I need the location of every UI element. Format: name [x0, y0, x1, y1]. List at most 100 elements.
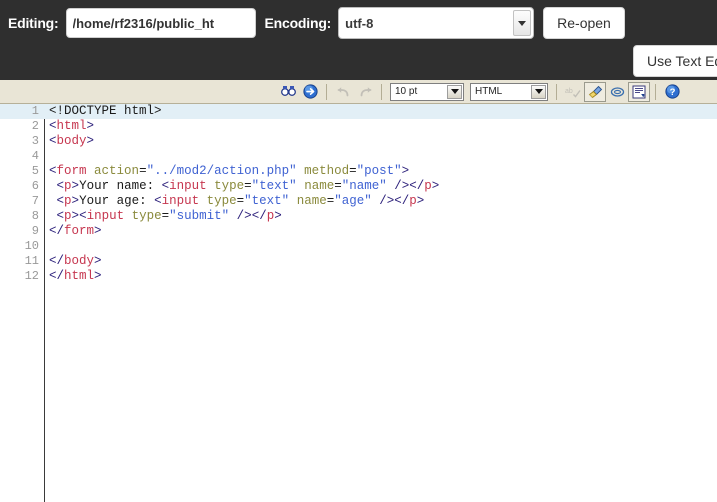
line-number: 12 — [24, 269, 39, 283]
code-editor-area[interactable]: 1 <!DOCTYPE html> 2 <html> 3 <body> 4 5 <form a… — [0, 104, 717, 502]
file-path-input[interactable]: /home/rf2316/public_ht — [65, 8, 256, 38]
encoding-group: Encoding: utf-8 — [265, 7, 535, 39]
code-lines[interactable]: 1 <!DOCTYPE html> 2 <html> 3 <body> 4 5 <form a… — [0, 104, 717, 284]
spellcheck-icon[interactable]: ab — [562, 82, 584, 102]
eraser-icon[interactable] — [606, 82, 628, 102]
svg-text:ab: ab — [565, 88, 573, 95]
toolbar-divider — [556, 83, 557, 100]
line-number: 5 — [31, 164, 39, 178]
code-line-text[interactable]: <form action="../mod2/action.php" method… — [44, 164, 409, 179]
undo-icon[interactable] — [332, 82, 354, 102]
code-line-text[interactable]: <p>Your age: <input type="text" name="ag… — [44, 194, 425, 209]
toolbar-divider — [326, 83, 327, 100]
svg-text:?: ? — [669, 87, 675, 98]
word-wrap-icon[interactable] — [628, 81, 650, 102]
code-line[interactable]: 11 </body> — [0, 254, 717, 269]
font-size-select[interactable]: 10 pt — [390, 82, 464, 101]
code-line[interactable]: 5 <form action="../mod2/action.php" metho… — [0, 164, 717, 179]
code-line-text[interactable]: <body> — [44, 134, 94, 149]
line-number: 4 — [31, 149, 39, 163]
code-line[interactable]: 1 <!DOCTYPE html> — [0, 104, 717, 119]
encoding-label: Encoding: — [264, 15, 332, 31]
chevron-down-icon — [531, 84, 546, 99]
code-token: form — [64, 224, 95, 238]
code-line-text[interactable] — [44, 149, 57, 164]
help-icon[interactable]: ? — [661, 82, 683, 102]
encoding-select[interactable]: utf-8 — [338, 7, 535, 39]
reopen-button[interactable]: Re-open — [543, 7, 625, 39]
code-line[interactable]: 8 <p><input type="submit" /></p> — [0, 209, 717, 224]
code-line-text[interactable]: <!DOCTYPE html> — [44, 104, 162, 119]
code-token: </ — [409, 179, 425, 193]
code-token: type — [206, 194, 237, 208]
code-token: "name" — [341, 179, 387, 193]
code-line[interactable]: 9 </form> — [0, 224, 717, 239]
find-icon[interactable] — [277, 82, 299, 102]
code-line-text[interactable]: <p><input type="submit" /></p> — [44, 209, 282, 224]
code-line-text[interactable]: </form> — [44, 224, 102, 239]
code-token: input — [161, 194, 200, 208]
code-token: input — [169, 179, 207, 193]
code-token: name — [304, 179, 335, 193]
line-number: 3 — [31, 134, 39, 148]
use-text-editor-button[interactable]: Use Text Ed — [633, 45, 717, 77]
code-token: < — [56, 179, 65, 193]
code-line[interactable]: 12 </html> — [0, 269, 717, 284]
code-token: = — [244, 179, 252, 193]
code-token: = — [334, 179, 342, 193]
code-line-text[interactable]: <html> — [44, 119, 94, 134]
code-token: html — [64, 269, 95, 283]
toolbar-divider — [381, 83, 382, 100]
code-token: > — [274, 209, 282, 223]
syntax-mode-select[interactable]: HTML — [470, 82, 548, 101]
toolbar-tools-group: ab — [562, 81, 650, 102]
code-token: < — [79, 209, 87, 223]
clean-icon[interactable] — [584, 81, 606, 102]
code-line-text[interactable] — [44, 239, 57, 254]
code-token: type — [131, 209, 162, 223]
code-token: = — [139, 164, 147, 178]
code-token: input — [86, 209, 125, 223]
code-token: name — [296, 194, 327, 208]
code-token: < — [154, 194, 162, 208]
goto-line-icon[interactable] — [299, 82, 321, 102]
line-number: 9 — [31, 224, 39, 238]
code-line-text[interactable]: </html> — [44, 269, 102, 284]
code-token: Your name: — [79, 179, 162, 193]
code-line[interactable]: 7 <p>Your age: <input type="text" name="… — [0, 194, 717, 209]
code-token: /> — [379, 194, 395, 208]
code-token: > — [86, 119, 95, 133]
code-token: > — [94, 254, 102, 268]
syntax-mode-value: HTML — [475, 86, 503, 97]
code-line[interactable]: 3 <body> — [0, 134, 717, 149]
code-line[interactable]: 2 <html> — [0, 119, 717, 134]
code-token: /> — [236, 209, 252, 223]
code-token: > — [416, 194, 425, 208]
redo-icon[interactable] — [354, 82, 376, 102]
code-token: "text" — [251, 179, 297, 193]
code-line[interactable]: 6 <p>Your name: <input type="text" name=… — [0, 179, 717, 194]
code-token: <!DOCTYPE html> — [49, 104, 162, 118]
code-line-text[interactable]: <p>Your name: <input type="text" name="n… — [44, 179, 440, 194]
line-number: 1 — [31, 104, 39, 118]
code-token: </ — [49, 254, 65, 268]
code-token: < — [49, 119, 57, 133]
code-line-text[interactable]: </body> — [44, 254, 102, 269]
chevron-down-icon — [447, 84, 462, 99]
code-token: body — [64, 254, 95, 268]
code-token: = — [161, 209, 170, 223]
code-token: </ — [49, 269, 65, 283]
code-token: /> — [394, 179, 410, 193]
code-line[interactable]: 10 — [0, 239, 717, 254]
code-line[interactable]: 4 — [0, 149, 717, 164]
code-token: p — [64, 179, 72, 193]
code-token: type — [214, 179, 245, 193]
